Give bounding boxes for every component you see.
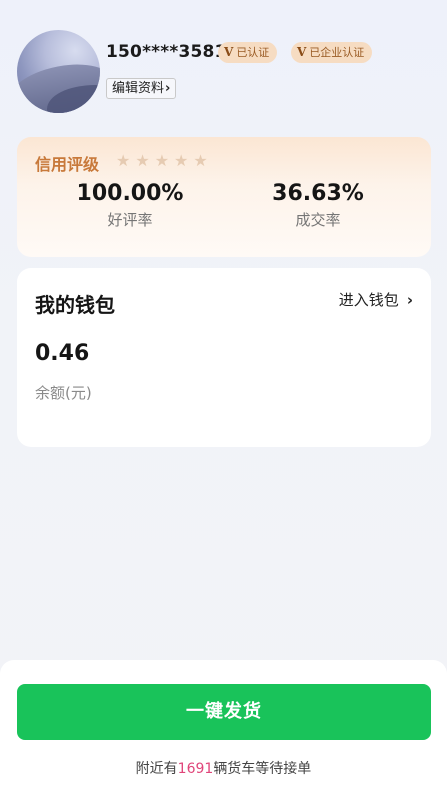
nearby-suffix: 辆货车等待接单 xyxy=(213,761,312,777)
edit-profile-button[interactable]: 编辑资料› xyxy=(106,78,177,99)
nearby-truck-count: 1691 xyxy=(177,761,214,777)
verified-v-icon: V xyxy=(224,45,234,59)
wallet-title: 我的钱包 xyxy=(35,293,115,317)
positive-rate-value: 100.00% xyxy=(76,181,184,206)
deal-rate-stat: 36.63% 成交率 xyxy=(243,181,393,230)
verified-badge-label: 已认证 xyxy=(236,46,270,59)
star-rating-icon: ★★★★★ xyxy=(116,151,213,170)
enter-wallet-link[interactable]: 进入钱包 › xyxy=(339,289,413,310)
enterprise-verified-badge: V 已企业认证 xyxy=(291,42,373,63)
enter-wallet-label: 进入钱包 xyxy=(338,291,399,309)
phone-number: 150****3581 xyxy=(106,42,227,62)
chevron-right-icon: › xyxy=(165,81,171,96)
wallet-card: 我的钱包 进入钱包 › 0.46 余额(元) xyxy=(17,268,431,447)
positive-rate-stat: 100.00% 好评率 xyxy=(55,181,205,230)
balance-value: 0.46 xyxy=(35,341,90,366)
positive-rate-label: 好评率 xyxy=(107,211,153,229)
bottom-action-bar: 一键发货 附近有1691辆货车等待接单 xyxy=(0,660,447,797)
credit-rating-card: 信用评级 ★★★★★ 100.00% 好评率 36.63% 成交率 xyxy=(17,137,431,257)
page: 150****3581 V 已认证 V 已企业认证 编辑资料› 信用评级 ★★★★★… xyxy=(0,0,447,797)
nearby-prefix: 附近有 xyxy=(135,761,178,777)
verified-badge: V 已认证 xyxy=(218,42,278,63)
edit-profile-label: 编辑资料 xyxy=(112,81,165,96)
chevron-right-icon: › xyxy=(406,291,413,309)
nearby-trucks-text: 附近有1691辆货车等待接单 xyxy=(0,758,447,778)
enterprise-badge-label: 已企业认证 xyxy=(309,46,365,59)
one-click-ship-button[interactable]: 一键发货 xyxy=(17,684,431,740)
deal-rate-value: 36.63% xyxy=(272,181,364,206)
enterprise-v-icon: V xyxy=(297,45,307,59)
avatar[interactable] xyxy=(17,30,100,113)
balance-label: 余额(元) xyxy=(35,384,92,402)
deal-rate-label: 成交率 xyxy=(295,211,341,229)
profile-header: 150****3581 V 已认证 V 已企业认证 编辑资料› xyxy=(17,28,437,118)
credit-rating-title: 信用评级 xyxy=(35,155,100,174)
